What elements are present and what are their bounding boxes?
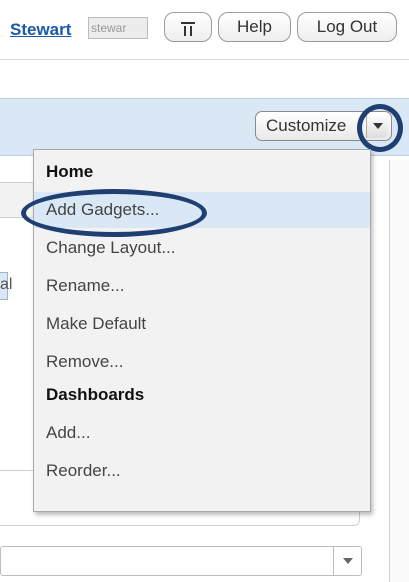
background-tab-label: al [0, 276, 13, 293]
customize-label: Customize [266, 116, 347, 135]
menu-item-make-default[interactable]: Make Default [34, 306, 370, 342]
highlight-ring-customize [357, 104, 403, 152]
menu-item-reorder[interactable]: Reorder... [34, 453, 370, 489]
menu-heading-home: Home [46, 162, 94, 181]
menu-item-add[interactable]: Add... [34, 415, 370, 451]
settings-button[interactable] [164, 12, 212, 42]
menu-item-remove[interactable]: Remove... [34, 344, 370, 380]
help-button[interactable]: Help [218, 12, 291, 42]
background-column [389, 160, 409, 582]
logout-button[interactable]: Log Out [297, 12, 397, 42]
background-select[interactable] [0, 546, 362, 576]
bars-icon [181, 22, 195, 36]
highlight-ring-add-gadgets [21, 189, 207, 237]
user-field[interactable]: stewar [88, 17, 148, 39]
select-arrow[interactable] [333, 547, 361, 575]
menu-item-rename[interactable]: Rename... [34, 268, 370, 304]
divider [0, 59, 409, 60]
menu-heading-dashboards: Dashboards [46, 385, 145, 404]
triangle-down-icon [343, 558, 353, 564]
top-bar: Stewart stewar Help Log Out [0, 0, 409, 60]
user-name-link[interactable]: Stewart [10, 20, 71, 40]
